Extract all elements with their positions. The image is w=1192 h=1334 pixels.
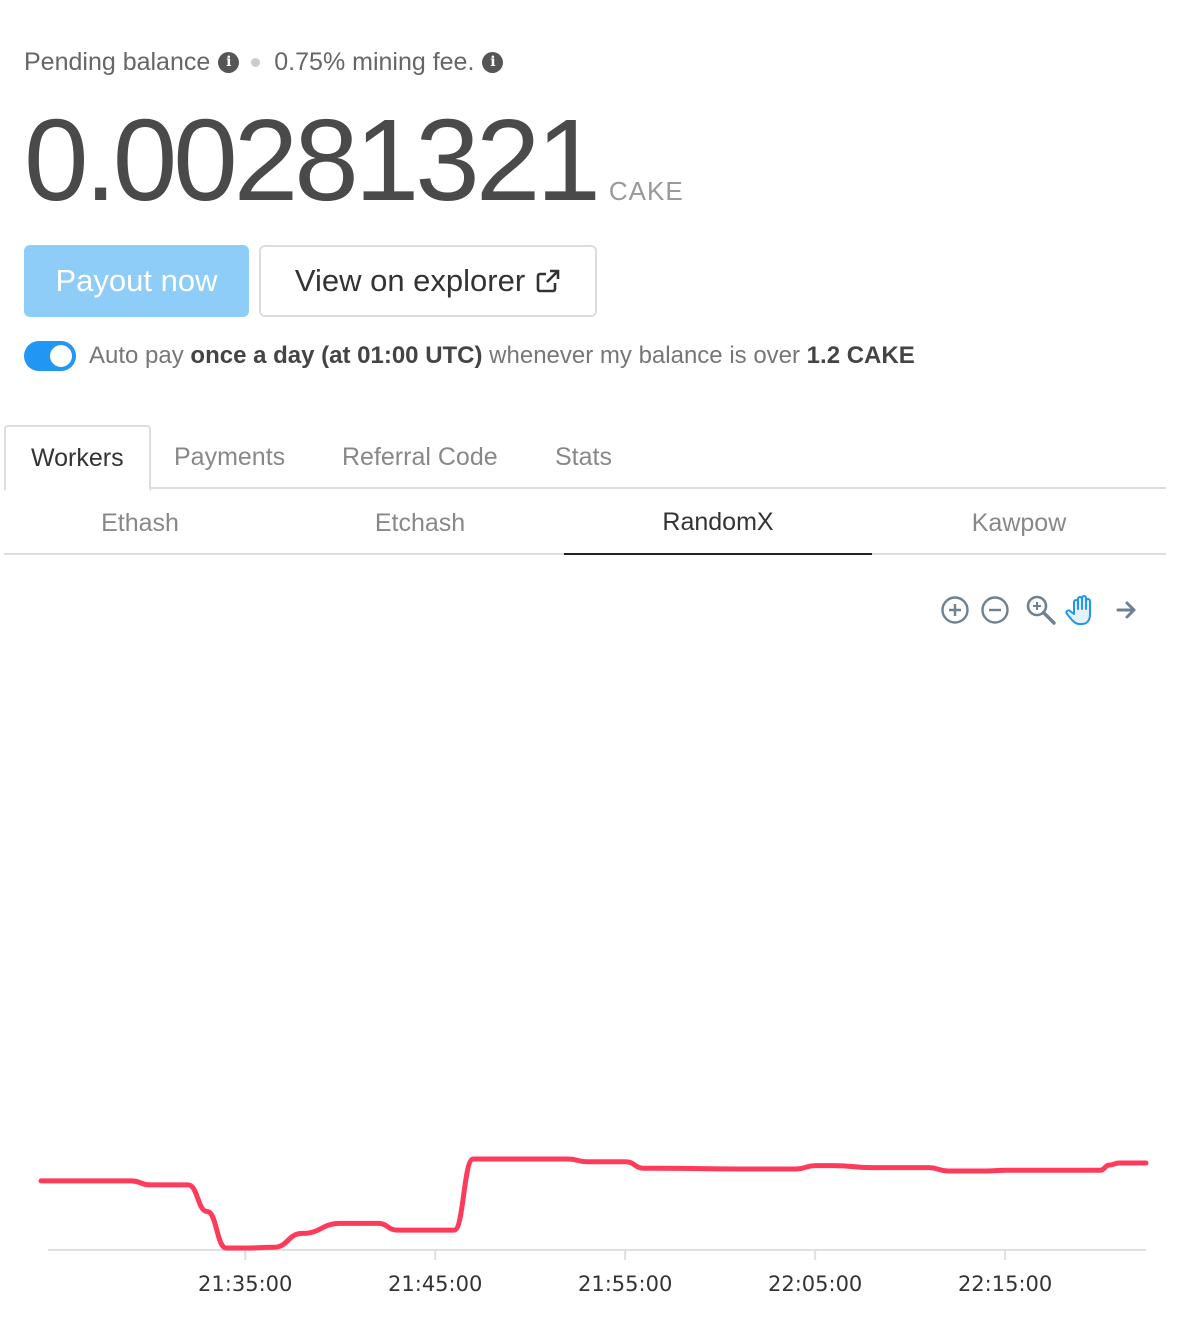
pending-balance-row: Pending balance i 0.75% mining fee. i [24,44,504,80]
pending-balance-label: Pending balance [24,47,211,76]
balance-display: 0.00281321 CAKE [24,100,684,220]
autopay-toggle[interactable] [24,341,76,371]
info-icon[interactable]: i [482,51,504,73]
main-tabs: Workers Payments Referral Code Stats [4,425,1166,491]
x-tick-label: 21:45:00 [388,1272,482,1296]
tab-payments[interactable]: Payments [174,425,285,489]
x-tick-label: 21:55:00 [578,1272,672,1296]
payout-now-label: Payout now [55,263,218,298]
magnifier-icon[interactable] [1024,592,1058,628]
hashrate-chart: 21:35:00 21:45:00 21:55:00 22:05:00 22:15:00 [38,1156,1149,1296]
autopay-middle: whenever my balance is over [482,342,807,369]
autopay-frequency: once a day [190,342,315,369]
autopay-time: (at 01:00 UTC) [314,342,483,369]
pan-hand-icon[interactable] [1065,592,1099,628]
view-on-explorer-label: View on explorer [294,263,526,298]
balance-value: 0.00281321 [24,95,601,225]
reset-arrow-icon[interactable] [1110,592,1144,628]
x-tick-label: 22:15:00 [958,1272,1052,1296]
view-on-explorer-button[interactable]: View on explorer [259,245,597,317]
toggle-knob [50,345,72,367]
tab-ethash[interactable]: Ethash [4,491,276,555]
balance-unit: CAKE [608,176,684,206]
autopay-prefix: Auto pay [89,342,191,369]
mining-fee-text: 0.75% mining fee. [274,47,475,76]
zoom-out-icon[interactable] [978,592,1012,628]
zoom-in-icon[interactable] [938,592,972,628]
algorithm-tabs: Ethash Etchash RandomX Kawpow [4,491,1166,555]
external-link-icon [535,268,561,294]
tab-stats[interactable]: Stats [555,425,612,489]
tab-referral-code[interactable]: Referral Code [342,425,498,489]
tab-etchash[interactable]: Etchash [276,491,564,555]
separator-dot [251,57,261,67]
series-line [38,1156,1149,1251]
tab-workers[interactable]: Workers [4,425,151,491]
x-tick-label: 21:35:00 [198,1272,292,1296]
info-icon[interactable]: i [218,51,240,73]
x-tick-label: 22:05:00 [768,1272,862,1296]
autopay-row: Auto pay once a day (at 01:00 UTC) whene… [24,338,915,374]
x-axis-ticks: 21:35:00 21:45:00 21:55:00 22:05:00 22:15:00 [198,1250,1052,1296]
tab-kawpow[interactable]: Kawpow [872,491,1166,555]
payout-now-button[interactable]: Payout now [24,245,249,317]
tab-randomx[interactable]: RandomX [564,491,872,555]
autopay-threshold: 1.2 CAKE [806,342,915,369]
